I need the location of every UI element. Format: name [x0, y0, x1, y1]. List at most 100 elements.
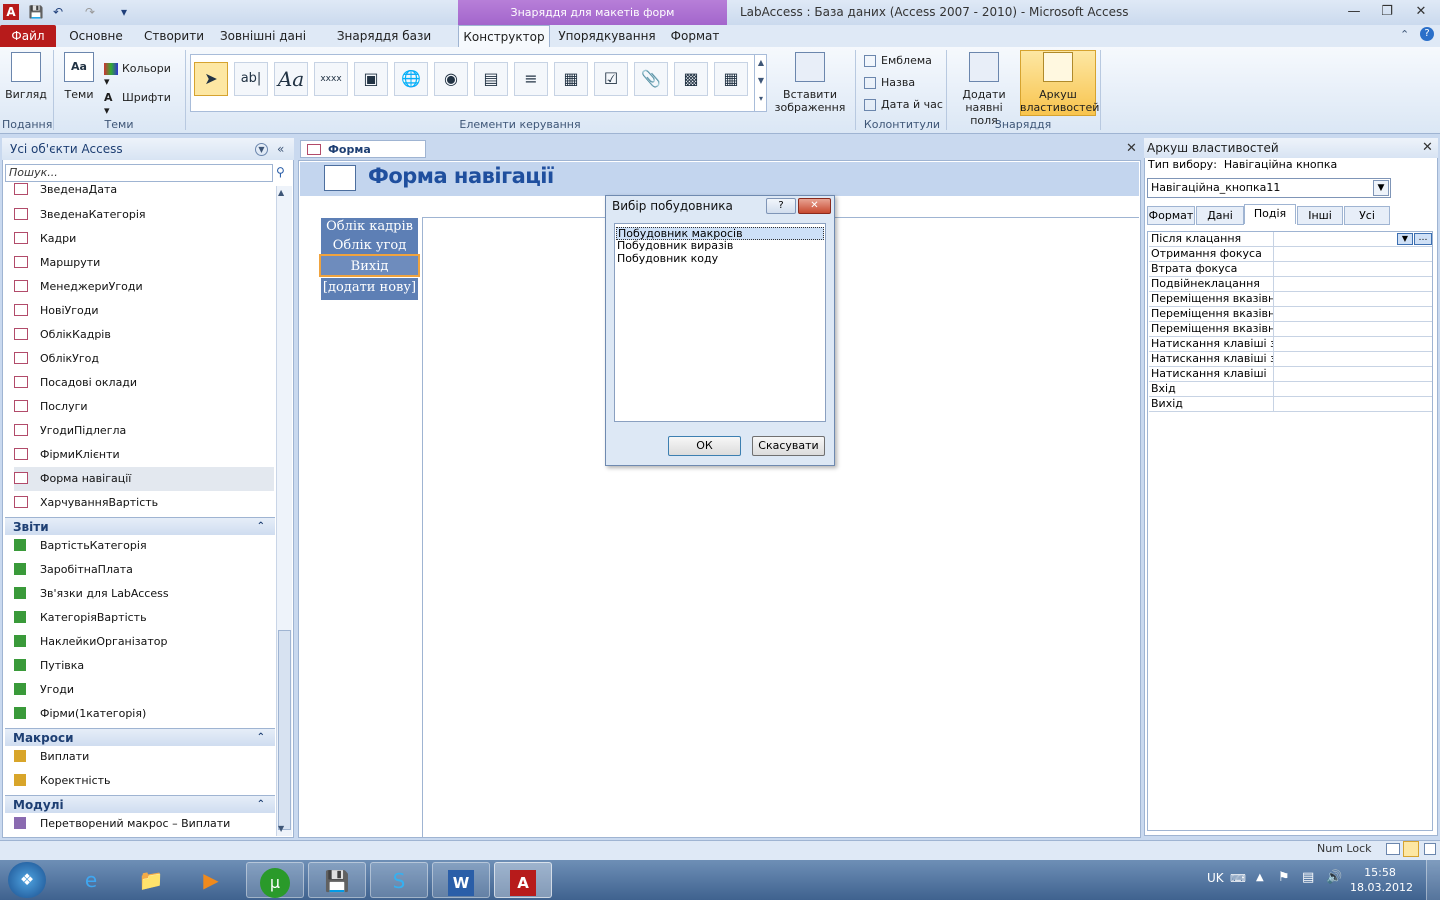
network-icon[interactable]: ▤ [1302, 870, 1314, 885]
list-item[interactable]: Послуги [14, 395, 274, 419]
list-item[interactable]: ФірмиКлієнти [14, 443, 274, 467]
gallery-scroll[interactable]: ▲ ▼ ▾ [754, 54, 767, 112]
list-item[interactable]: ХарчуванняВартість [14, 491, 274, 515]
tab-create[interactable]: Створити [138, 25, 210, 47]
list-item[interactable]: Кадри [14, 227, 274, 251]
nav-button-add-new[interactable]: [додати нову] [321, 278, 418, 300]
minimize-button[interactable]: — [1340, 3, 1368, 21]
colors-button[interactable]: Кольори ▾ [104, 62, 178, 88]
list-item[interactable]: НаклейкиОрганізатор [14, 630, 274, 654]
list-item[interactable]: УгодиПідлегла [14, 419, 274, 443]
nav-section-modules[interactable]: Модулі ⌃ [5, 795, 275, 813]
keyboard-icon[interactable]: ⌨ [1230, 872, 1246, 885]
list-item[interactable]: Коректність [14, 769, 274, 793]
list-item[interactable]: КатегоріяВартість [14, 606, 274, 630]
nav-button-staff[interactable]: Облік кадрів [321, 218, 418, 237]
list-item[interactable]: МенеджериУгоди [14, 275, 274, 299]
list-item[interactable]: ОблікКадрів [14, 323, 274, 347]
builder-ellipsis-button[interactable]: … [1414, 233, 1432, 245]
property-row[interactable]: Вихід [1149, 397, 1432, 412]
tab-file[interactable]: Файл [0, 25, 56, 47]
form-view-icon[interactable] [1386, 843, 1400, 855]
undo-icon[interactable]: ↶ [50, 4, 66, 20]
nav-section-macros[interactable]: Макроси ⌃ [5, 728, 275, 746]
list-item[interactable]: Зв'язки для LabAccess [14, 582, 274, 606]
redo-icon[interactable]: ↷ [82, 4, 98, 20]
web-browser-icon[interactable]: ◉ [434, 62, 468, 96]
tab-home[interactable]: Основне [60, 25, 132, 47]
property-row[interactable]: Переміщення вказівни [1149, 292, 1432, 307]
list-item[interactable]: ОблікУгод [14, 347, 274, 371]
property-row[interactable]: Переміщення вказівни [1149, 322, 1432, 337]
prop-tab-all[interactable]: Усі [1344, 206, 1390, 225]
property-row[interactable]: Вхід [1149, 382, 1432, 397]
scroll-up-icon[interactable]: ▲ [278, 188, 284, 197]
themes-button[interactable]: Aa Теми [60, 52, 98, 101]
button-icon[interactable]: xxxx [314, 62, 348, 96]
prop-tab-other[interactable]: Інші [1297, 206, 1343, 225]
builder-option[interactable]: Побудовник коду [616, 253, 824, 266]
language-indicator[interactable]: UK [1207, 871, 1224, 885]
nav-section-reports[interactable]: Звіти ⌃ [5, 517, 275, 535]
word-icon[interactable]: W [432, 862, 490, 898]
title-button[interactable]: Назва [864, 76, 915, 89]
tab-database-tools[interactable]: Знаряддя бази даних [318, 25, 450, 65]
nav-header[interactable]: Усі об'єкти Access [2, 138, 294, 160]
ok-button[interactable]: ОК [668, 436, 741, 456]
datetime-button[interactable]: Дата й час [864, 98, 943, 111]
clock[interactable]: 15:58 18.03.2012 [1350, 865, 1413, 895]
tab-control-icon[interactable]: ▣ [354, 62, 388, 96]
save-icon[interactable]: 💾 [28, 4, 44, 20]
design-view-icon[interactable] [1424, 843, 1436, 855]
help-icon[interactable]: ? [1420, 27, 1434, 41]
insert-image-button[interactable]: Вставити зображення [770, 52, 850, 114]
property-row[interactable]: Отримання фокуса [1149, 247, 1432, 262]
property-row[interactable]: Після клацання [1149, 232, 1432, 247]
hyperlink-icon[interactable]: 🌐 [394, 62, 428, 96]
volume-icon[interactable]: 🔊 [1326, 870, 1342, 885]
close-property-sheet-icon[interactable]: ✕ [1422, 140, 1433, 155]
label-icon[interactable]: Aa [274, 62, 308, 96]
show-desktop-button[interactable] [1426, 860, 1440, 900]
close-button[interactable]: ✕ [1407, 3, 1435, 21]
dialog-close-icon[interactable]: ✕ [798, 198, 831, 214]
tray-expand-icon[interactable]: ▲ [1256, 872, 1264, 883]
textbox-icon[interactable]: ab| [234, 62, 268, 96]
property-row[interactable]: Втрата фокуса [1149, 262, 1432, 277]
document-tab[interactable]: Форма навігації1 [300, 140, 426, 173]
checkbox-icon[interactable]: ☑ [594, 62, 628, 96]
list-item[interactable]: Угоди [14, 678, 274, 702]
prop-tab-event[interactable]: Подія [1244, 204, 1296, 224]
nav-scroll-thumb[interactable] [278, 630, 291, 830]
tab-design[interactable]: Конструктор [458, 25, 550, 47]
start-button[interactable]: ❖ [8, 862, 46, 898]
property-row[interactable]: Натискання клавіші зі с [1149, 352, 1432, 367]
property-row[interactable]: Натискання клавіші [1149, 367, 1432, 382]
list-item[interactable]: ЗаробітнаПлата [14, 558, 274, 582]
dialog-help-button[interactable]: ? [766, 198, 796, 214]
skype-icon[interactable]: S [370, 862, 428, 898]
subform-icon[interactable]: ▩ [674, 62, 708, 96]
object-selector-combo[interactable]: Навігаційна_кнопка11 [1147, 178, 1391, 198]
file-explorer-icon[interactable]: 📁 [122, 862, 180, 898]
ribbon-minimize-icon[interactable]: ⌃ [1400, 28, 1409, 41]
dropdown-chevron-icon[interactable]: ▼ [1397, 233, 1413, 245]
fonts-button[interactable]: A Шрифти ▾ [104, 91, 178, 117]
list-item[interactable]: Фірми(1категорія) [14, 702, 274, 726]
media-player-icon[interactable]: ▶ [182, 862, 240, 898]
list-item[interactable]: Путівка [14, 654, 274, 678]
utorrent-icon[interactable]: μ [246, 862, 304, 898]
navigation-control-icon[interactable]: ▤ [474, 62, 508, 96]
nav-menu-chevron-icon[interactable]: ▼ [255, 143, 268, 156]
page-break-icon[interactable]: ▦ [554, 62, 588, 96]
view-button[interactable]: Вигляд [4, 52, 48, 101]
attachment-icon[interactable]: 📎 [634, 62, 668, 96]
list-item-selected[interactable]: Форма навігації [14, 467, 274, 491]
tab-external-data[interactable]: Зовнішні дані [216, 25, 310, 47]
list-item[interactable]: Маршрути [14, 251, 274, 275]
select-pointer-icon[interactable]: ➤ [194, 62, 228, 96]
prop-tab-data[interactable]: Дані [1196, 206, 1244, 225]
prop-tab-format[interactable]: Формат [1147, 206, 1195, 225]
image-icon[interactable]: ▦ [714, 62, 748, 96]
list-item[interactable]: ВартістьКатегорія [14, 534, 274, 558]
